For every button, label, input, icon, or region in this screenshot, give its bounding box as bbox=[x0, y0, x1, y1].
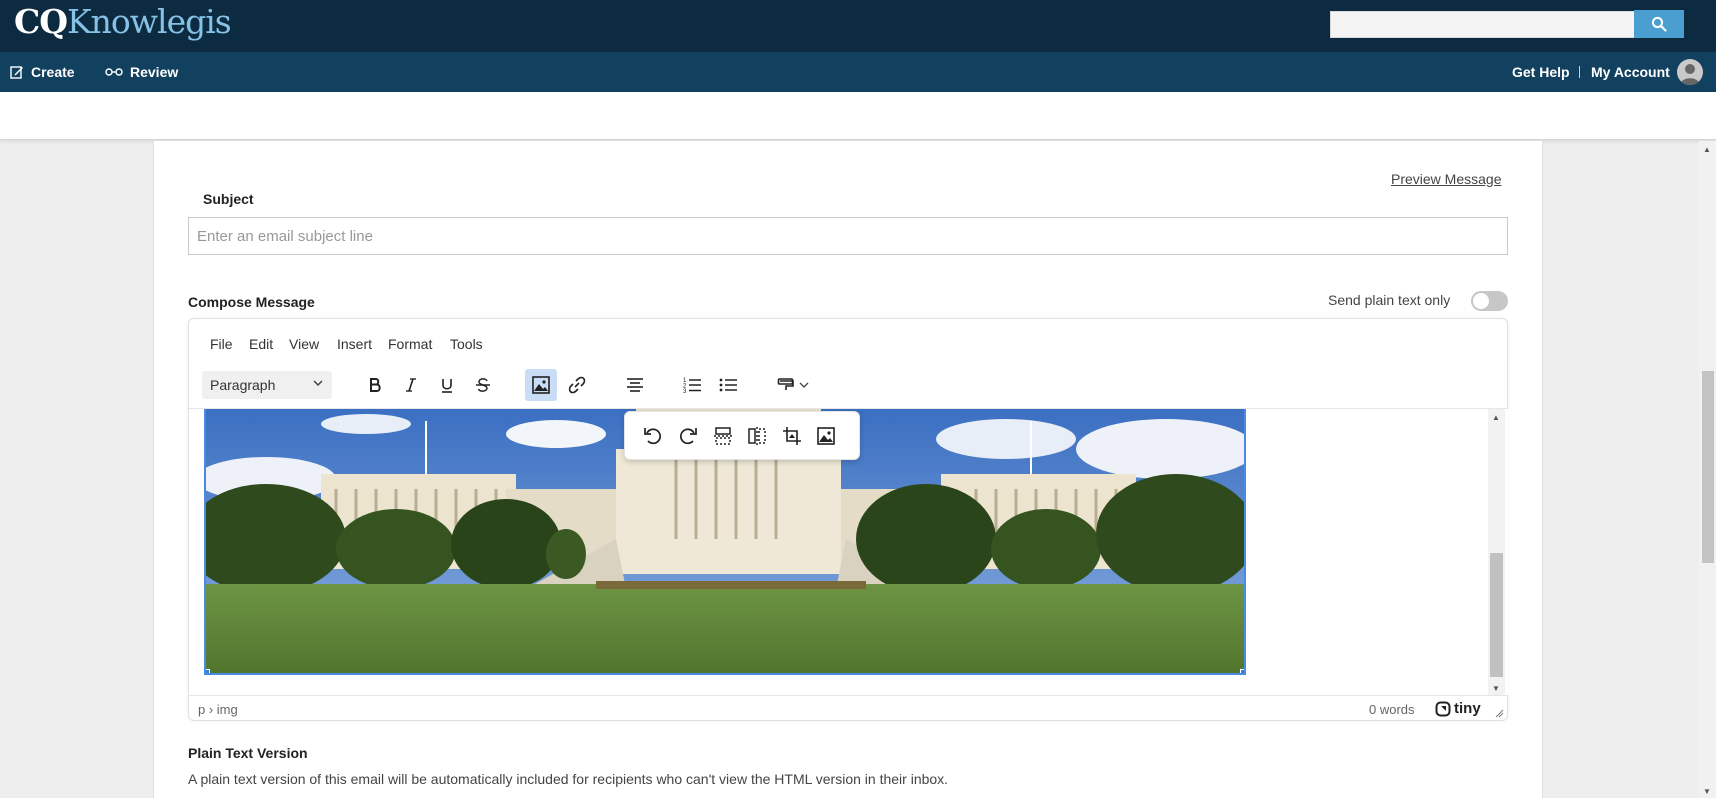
link-icon bbox=[568, 376, 586, 394]
editor-menubar: File Edit View Insert Format Tools bbox=[189, 319, 1507, 359]
nav-divider bbox=[1579, 66, 1580, 78]
glasses-icon bbox=[105, 68, 123, 76]
flip-vertical-icon bbox=[714, 427, 732, 445]
menu-format[interactable]: Format bbox=[388, 336, 432, 352]
logo-cq: CQ bbox=[14, 2, 68, 41]
plain-text-toggle-label: Send plain text only bbox=[1328, 292, 1451, 308]
italic-button[interactable] bbox=[395, 369, 427, 401]
strikethrough-button[interactable] bbox=[467, 369, 499, 401]
editor-statusbar: p › img 0 words tiny bbox=[189, 695, 1507, 721]
tiny-logo-icon bbox=[1435, 701, 1451, 716]
image-options-button[interactable] bbox=[811, 421, 841, 451]
rich-text-editor: File Edit View Insert Format Tools Parag… bbox=[188, 318, 1509, 721]
preview-message-link[interactable]: Preview Message bbox=[1391, 171, 1502, 187]
strikethrough-icon bbox=[476, 378, 490, 392]
logo[interactable]: CQKnowlegis bbox=[14, 2, 232, 41]
element-path[interactable]: p › img bbox=[198, 702, 238, 717]
svg-text:3: 3 bbox=[683, 389, 687, 395]
nav-bar: Create Review Get Help My Account bbox=[0, 52, 1716, 92]
block-format-value: Paragraph bbox=[210, 377, 276, 393]
resize-handle-bottom-left[interactable] bbox=[206, 669, 210, 673]
menu-tools[interactable]: Tools bbox=[450, 336, 483, 352]
menu-insert[interactable]: Insert bbox=[337, 336, 372, 352]
scroll-up-icon[interactable]: ▲ bbox=[1492, 413, 1500, 422]
format-painter-button[interactable] bbox=[769, 369, 817, 401]
insert-link-button[interactable] bbox=[561, 369, 593, 401]
chevron-down-icon bbox=[799, 382, 809, 388]
menu-view[interactable]: View bbox=[289, 336, 319, 352]
tiny-brand[interactable]: tiny bbox=[1435, 700, 1481, 717]
rotate-right-icon bbox=[679, 428, 697, 445]
plain-text-toggle[interactable] bbox=[1471, 291, 1508, 311]
bullet-list-button[interactable] bbox=[712, 369, 744, 401]
avatar[interactable] bbox=[1676, 59, 1703, 85]
resize-handle-bottom-right[interactable] bbox=[1240, 669, 1244, 673]
flip-vertical-button[interactable] bbox=[708, 421, 738, 451]
align-center-icon bbox=[627, 378, 643, 392]
subject-input[interactable] bbox=[188, 217, 1508, 255]
capitol-image[interactable] bbox=[204, 409, 1246, 675]
nav-get-help-label: Get Help bbox=[1512, 64, 1570, 80]
flip-horizontal-icon bbox=[748, 427, 766, 445]
editor-toolbar: Paragraph 123 bbox=[189, 359, 1507, 409]
image-options-icon bbox=[817, 427, 835, 445]
rotate-left-icon bbox=[644, 428, 662, 445]
numbered-list-icon: 123 bbox=[683, 378, 701, 395]
menu-file[interactable]: File bbox=[210, 336, 233, 352]
underline-button[interactable] bbox=[431, 369, 463, 401]
nav-review[interactable]: Review bbox=[105, 52, 178, 92]
bold-button[interactable] bbox=[359, 369, 391, 401]
block-format-select[interactable]: Paragraph bbox=[202, 371, 332, 399]
image-context-toolbar bbox=[624, 411, 860, 460]
rotate-right-button[interactable] bbox=[673, 421, 703, 451]
search-button[interactable] bbox=[1634, 10, 1684, 38]
editor-scroll-thumb[interactable] bbox=[1490, 553, 1503, 677]
menu-edit[interactable]: Edit bbox=[249, 336, 273, 352]
italic-icon bbox=[406, 378, 416, 392]
bold-icon bbox=[370, 378, 381, 392]
insert-image-button[interactable] bbox=[525, 369, 557, 401]
nav-my-account-label: My Account bbox=[1591, 64, 1670, 80]
resize-grip-icon[interactable] bbox=[1494, 708, 1504, 718]
nav-get-help[interactable]: Get Help bbox=[1512, 52, 1570, 92]
top-bar: CQKnowlegis bbox=[0, 0, 1716, 52]
image-icon bbox=[532, 376, 550, 394]
page-scroll-up-icon[interactable]: ▲ bbox=[1703, 145, 1711, 154]
crop-icon bbox=[783, 427, 801, 445]
editor-scrollbar[interactable]: ▲ ▼ bbox=[1488, 409, 1505, 695]
search-input[interactable] bbox=[1330, 11, 1634, 38]
subject-label: Subject bbox=[203, 191, 254, 207]
numbered-list-button[interactable]: 123 bbox=[676, 369, 708, 401]
page-scroll-down-icon[interactable]: ▼ bbox=[1703, 787, 1711, 796]
compose-message-label: Compose Message bbox=[188, 294, 315, 310]
nav-my-account[interactable]: My Account bbox=[1591, 52, 1703, 92]
search-icon bbox=[1651, 16, 1667, 32]
page-scrollbar[interactable]: ▲ ▼ bbox=[1699, 141, 1716, 798]
flip-horizontal-button[interactable] bbox=[742, 421, 772, 451]
edit-icon bbox=[10, 66, 23, 79]
bullet-list-icon bbox=[719, 378, 737, 392]
toggle-knob bbox=[1473, 293, 1489, 309]
tiny-brand-label: tiny bbox=[1454, 700, 1481, 717]
nav-create-label: Create bbox=[31, 64, 75, 80]
nav-review-label: Review bbox=[130, 64, 179, 80]
scroll-down-icon[interactable]: ▼ bbox=[1492, 684, 1500, 693]
plain-text-description: A plain text version of this email will … bbox=[188, 771, 949, 787]
align-center-button[interactable] bbox=[619, 369, 651, 401]
chevron-down-icon bbox=[313, 380, 323, 387]
underline-icon bbox=[442, 379, 452, 393]
rotate-left-button[interactable] bbox=[638, 421, 668, 451]
nav-create[interactable]: Create bbox=[10, 52, 75, 92]
sub-header bbox=[0, 92, 1716, 140]
word-count[interactable]: 0 words bbox=[1369, 702, 1415, 717]
page-scroll-thumb[interactable] bbox=[1702, 371, 1714, 563]
logo-knowlegis: Knowlegis bbox=[67, 2, 232, 41]
format-painter-icon bbox=[777, 378, 794, 390]
editor-content-area[interactable] bbox=[189, 409, 1509, 695]
crop-button[interactable] bbox=[777, 421, 807, 451]
plain-text-title: Plain Text Version bbox=[188, 745, 308, 761]
